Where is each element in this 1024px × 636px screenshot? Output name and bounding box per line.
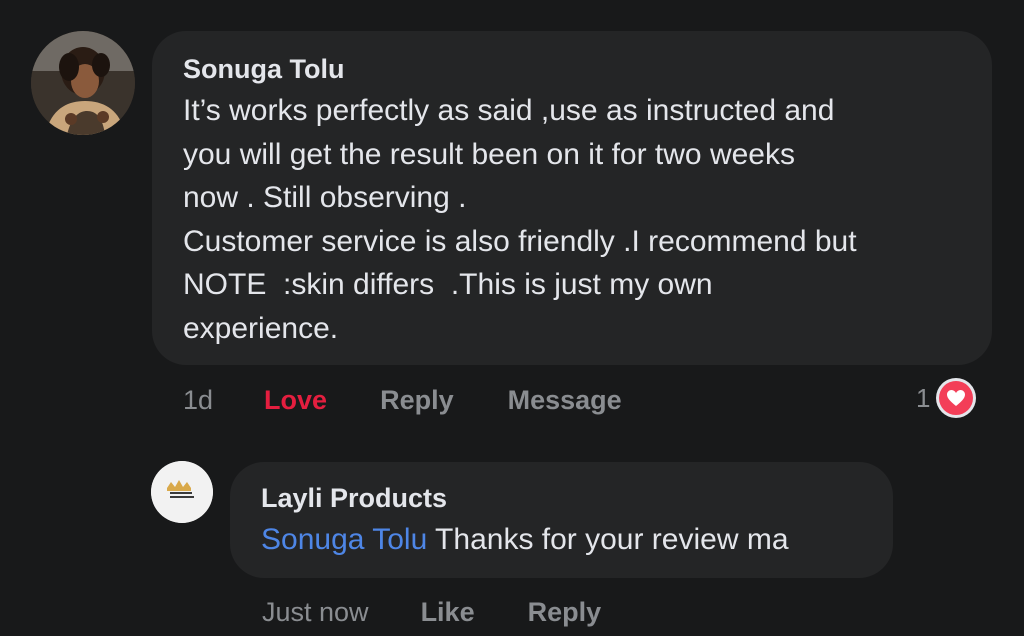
comment-bubble: Sonuga Tolu It’s works perfectly as said…: [152, 31, 992, 365]
reply-button[interactable]: Reply: [380, 385, 454, 416]
comment-actions: 1d Love Reply Message: [183, 380, 622, 420]
comment-text: It’s works perfectly as said ,use as ins…: [183, 94, 857, 345]
reaction-summary[interactable]: 1: [916, 378, 977, 418]
profile-photo: [31, 31, 135, 135]
message-button[interactable]: Message: [508, 385, 622, 416]
comment-author[interactable]: Sonuga Tolu: [183, 51, 962, 87]
heart-icon: [936, 378, 977, 418]
reply-timestamp[interactable]: Just now: [262, 597, 369, 628]
reply-bubble: Layli Products Sonuga Tolu Thanks for yo…: [230, 462, 893, 578]
reply-message: Thanks for your review ma: [427, 523, 789, 556]
comment-timestamp[interactable]: 1d: [183, 385, 213, 416]
reply-author[interactable]: Layli Products: [261, 480, 863, 516]
reply-text: Sonuga Tolu Thanks for your review ma: [261, 518, 863, 562]
love-reaction-button[interactable]: Love: [264, 385, 327, 416]
mention-link[interactable]: Sonuga Tolu: [261, 523, 427, 556]
brand-logo: [151, 461, 213, 523]
commenter-avatar[interactable]: [31, 31, 135, 135]
like-button[interactable]: Like: [421, 597, 475, 628]
reaction-count: 1: [916, 382, 931, 413]
page-avatar[interactable]: [151, 461, 213, 523]
reply-actions: Just now Like Reply: [262, 592, 601, 632]
comment-thread: Sonuga Tolu It’s works perfectly as said…: [0, 0, 1024, 636]
reply-reply-button[interactable]: Reply: [528, 597, 602, 628]
